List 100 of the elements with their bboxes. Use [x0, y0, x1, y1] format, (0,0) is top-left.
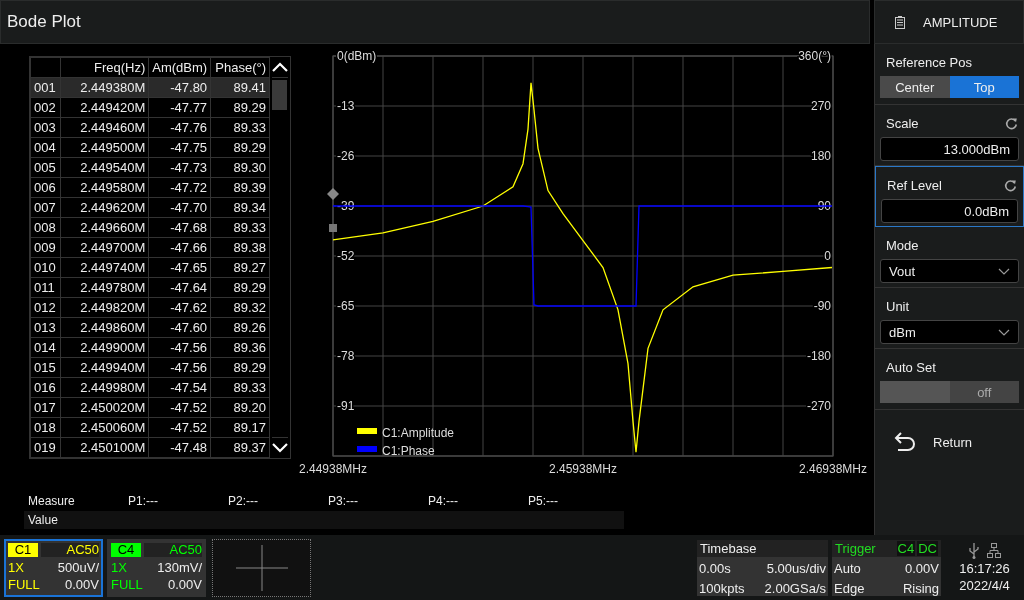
- table-cell: 2.449900M: [60, 337, 149, 358]
- table-row[interactable]: 017 2.450020M -47.52 89.20: [30, 397, 270, 418]
- offset-marker-icon[interactable]: [329, 224, 337, 232]
- trigger-type: Edge: [834, 580, 865, 596]
- scroll-up-icon[interactable]: [271, 61, 290, 73]
- trigger-coupling: DC: [917, 540, 938, 556]
- table-row[interactable]: 002 2.449420M -47.77 89.29: [30, 97, 270, 118]
- table-cell: -47.56: [148, 357, 211, 378]
- table-row[interactable]: 019 2.450100M -47.48 89.37: [30, 437, 270, 458]
- table-cell: 89.32: [210, 297, 270, 318]
- table-cell: 89.17: [210, 417, 270, 438]
- table-row[interactable]: 014 2.449900M -47.56 89.36: [30, 337, 270, 358]
- table-cell: 89.37: [210, 437, 270, 458]
- table-cell: 2.449580M: [60, 177, 149, 198]
- legend-swatch: [357, 446, 377, 452]
- dropdown[interactable]: dBm: [880, 320, 1019, 344]
- channel-coupling: AC50: [144, 543, 202, 558]
- table-row[interactable]: 018 2.450060M -47.52 89.17: [30, 417, 270, 438]
- table-cell: 2.449740M: [60, 257, 149, 278]
- table-cell: 89.26: [210, 317, 270, 338]
- table-cell: 2.450020M: [60, 397, 149, 418]
- table-cell: 015: [30, 357, 61, 378]
- dropdown[interactable]: Vout: [880, 259, 1019, 283]
- table-cell: 012: [30, 297, 61, 318]
- table-cell: 89.30: [210, 157, 270, 178]
- trigger-title: Trigger: [835, 540, 876, 556]
- table-cell: 89.33: [210, 117, 270, 138]
- table-row[interactable]: 003 2.449460M -47.76 89.33: [30, 117, 270, 138]
- table-row[interactable]: 005 2.449540M -47.73 89.30: [30, 157, 270, 178]
- channel-card[interactable]: C1 AC50 1X 500uV/ FULL 0.00V: [4, 538, 103, 597]
- table-cell: 014: [30, 337, 61, 358]
- table-cell: -47.66: [148, 237, 211, 258]
- table-row[interactable]: 012 2.449820M -47.62 89.32: [30, 297, 270, 318]
- table-row[interactable]: 015 2.449940M -47.56 89.29: [30, 357, 270, 378]
- table-cell: 011: [30, 277, 61, 298]
- y-axis-label: 270: [810, 99, 831, 113]
- table-cell: 007: [30, 197, 61, 218]
- table-cell: 2.449380M: [60, 77, 149, 98]
- legend-label: C1:Phase: [382, 444, 435, 458]
- y-axis-label: -270: [806, 399, 831, 413]
- table-cell: 2.449620M: [60, 197, 149, 218]
- table-cell: 2.449980M: [60, 377, 149, 398]
- table-row[interactable]: 010 2.449740M -47.65 89.27: [30, 257, 270, 278]
- value-field[interactable]: 0.0dBm: [881, 199, 1018, 223]
- y-axis-label: -91: [337, 399, 355, 413]
- plus-icon: [235, 544, 288, 591]
- table-cell: 001: [30, 77, 61, 98]
- trigger-mode: Auto: [834, 561, 861, 576]
- clock-time: 16:17:26: [959, 560, 1010, 576]
- y-axis-label: 180: [810, 149, 831, 163]
- table-cell: 89.29: [210, 97, 270, 118]
- reset-icon[interactable]: [1004, 179, 1017, 192]
- channel-card[interactable]: C4 AC50 1X 130mV/ FULL 0.00V: [107, 538, 206, 597]
- channel-probe: 1X: [8, 560, 24, 575]
- sample-rate: 2.00GSa/s: [764, 580, 826, 596]
- value-label: Value: [28, 513, 58, 527]
- table-cell: 019: [30, 437, 61, 458]
- measure-item: P2:---: [228, 493, 259, 508]
- table-row[interactable]: 006 2.449580M -47.72 89.39: [30, 177, 270, 198]
- segment-option[interactable]: Top: [949, 76, 1019, 98]
- document-icon: [895, 15, 905, 29]
- y-axis-label: -180: [806, 349, 831, 363]
- table-row[interactable]: 007 2.449620M -47.70 89.34: [30, 197, 270, 218]
- segment-option[interactable]: Center: [880, 76, 950, 98]
- table-cell: 004: [30, 137, 61, 158]
- legend-label: C1:Amplitude: [382, 426, 455, 440]
- reset-icon[interactable]: [1005, 117, 1018, 130]
- table-row[interactable]: 009 2.449700M -47.66 89.38: [30, 237, 270, 258]
- table-cell: 2.449780M: [60, 277, 149, 298]
- add-channel-button[interactable]: [212, 538, 311, 597]
- table-row[interactable]: 004 2.449500M -47.75 89.29: [30, 137, 270, 158]
- timebase-panel[interactable]: Timebase 0.00s 5.00us/div 100kpts 2.00GSa/s: [697, 539, 828, 596]
- panel-title: AMPLITUDE: [923, 14, 998, 30]
- table-cell: -47.70: [148, 197, 211, 218]
- scroll-down-icon[interactable]: [271, 442, 290, 454]
- control-label: Scale: [886, 116, 919, 131]
- scrollbar-thumb[interactable]: [272, 80, 288, 110]
- table-row[interactable]: 001 2.449380M -47.80 89.41: [30, 77, 270, 98]
- table-row[interactable]: 008 2.449660M -47.68 89.33: [30, 217, 270, 238]
- clock-date: 2022/4/4: [959, 577, 1010, 593]
- table-cell: 006: [30, 177, 61, 198]
- table-row[interactable]: 013 2.449860M -47.60 89.26: [30, 317, 270, 338]
- table-row[interactable]: 011 2.449780M -47.64 89.29: [30, 277, 270, 298]
- y-axis-label: -52: [337, 249, 355, 263]
- table-cell: 89.27: [210, 257, 270, 278]
- value-field[interactable]: 13.000dBm: [880, 137, 1019, 161]
- timebase-delay: 0.00s: [699, 561, 731, 576]
- table-cell: 89.29: [210, 137, 270, 158]
- channel-name: C1: [8, 543, 38, 558]
- return-button[interactable]: Return: [875, 416, 1024, 468]
- table-cell: 2.450060M: [60, 417, 149, 438]
- reference-marker-icon[interactable]: [327, 188, 339, 200]
- table-cell: 016: [30, 377, 61, 398]
- x-axis-label: 2.45938MHz: [549, 462, 617, 476]
- y-axis-label: -65: [337, 299, 355, 313]
- trigger-panel[interactable]: Trigger C4 DC Auto 0.00V Edge Rising: [832, 539, 941, 596]
- control-label: Auto Set: [886, 360, 936, 375]
- table-cell: 2.449420M: [60, 97, 149, 118]
- trigger-source: C4: [896, 540, 916, 556]
- table-row[interactable]: 016 2.449980M -47.54 89.33: [30, 377, 270, 398]
